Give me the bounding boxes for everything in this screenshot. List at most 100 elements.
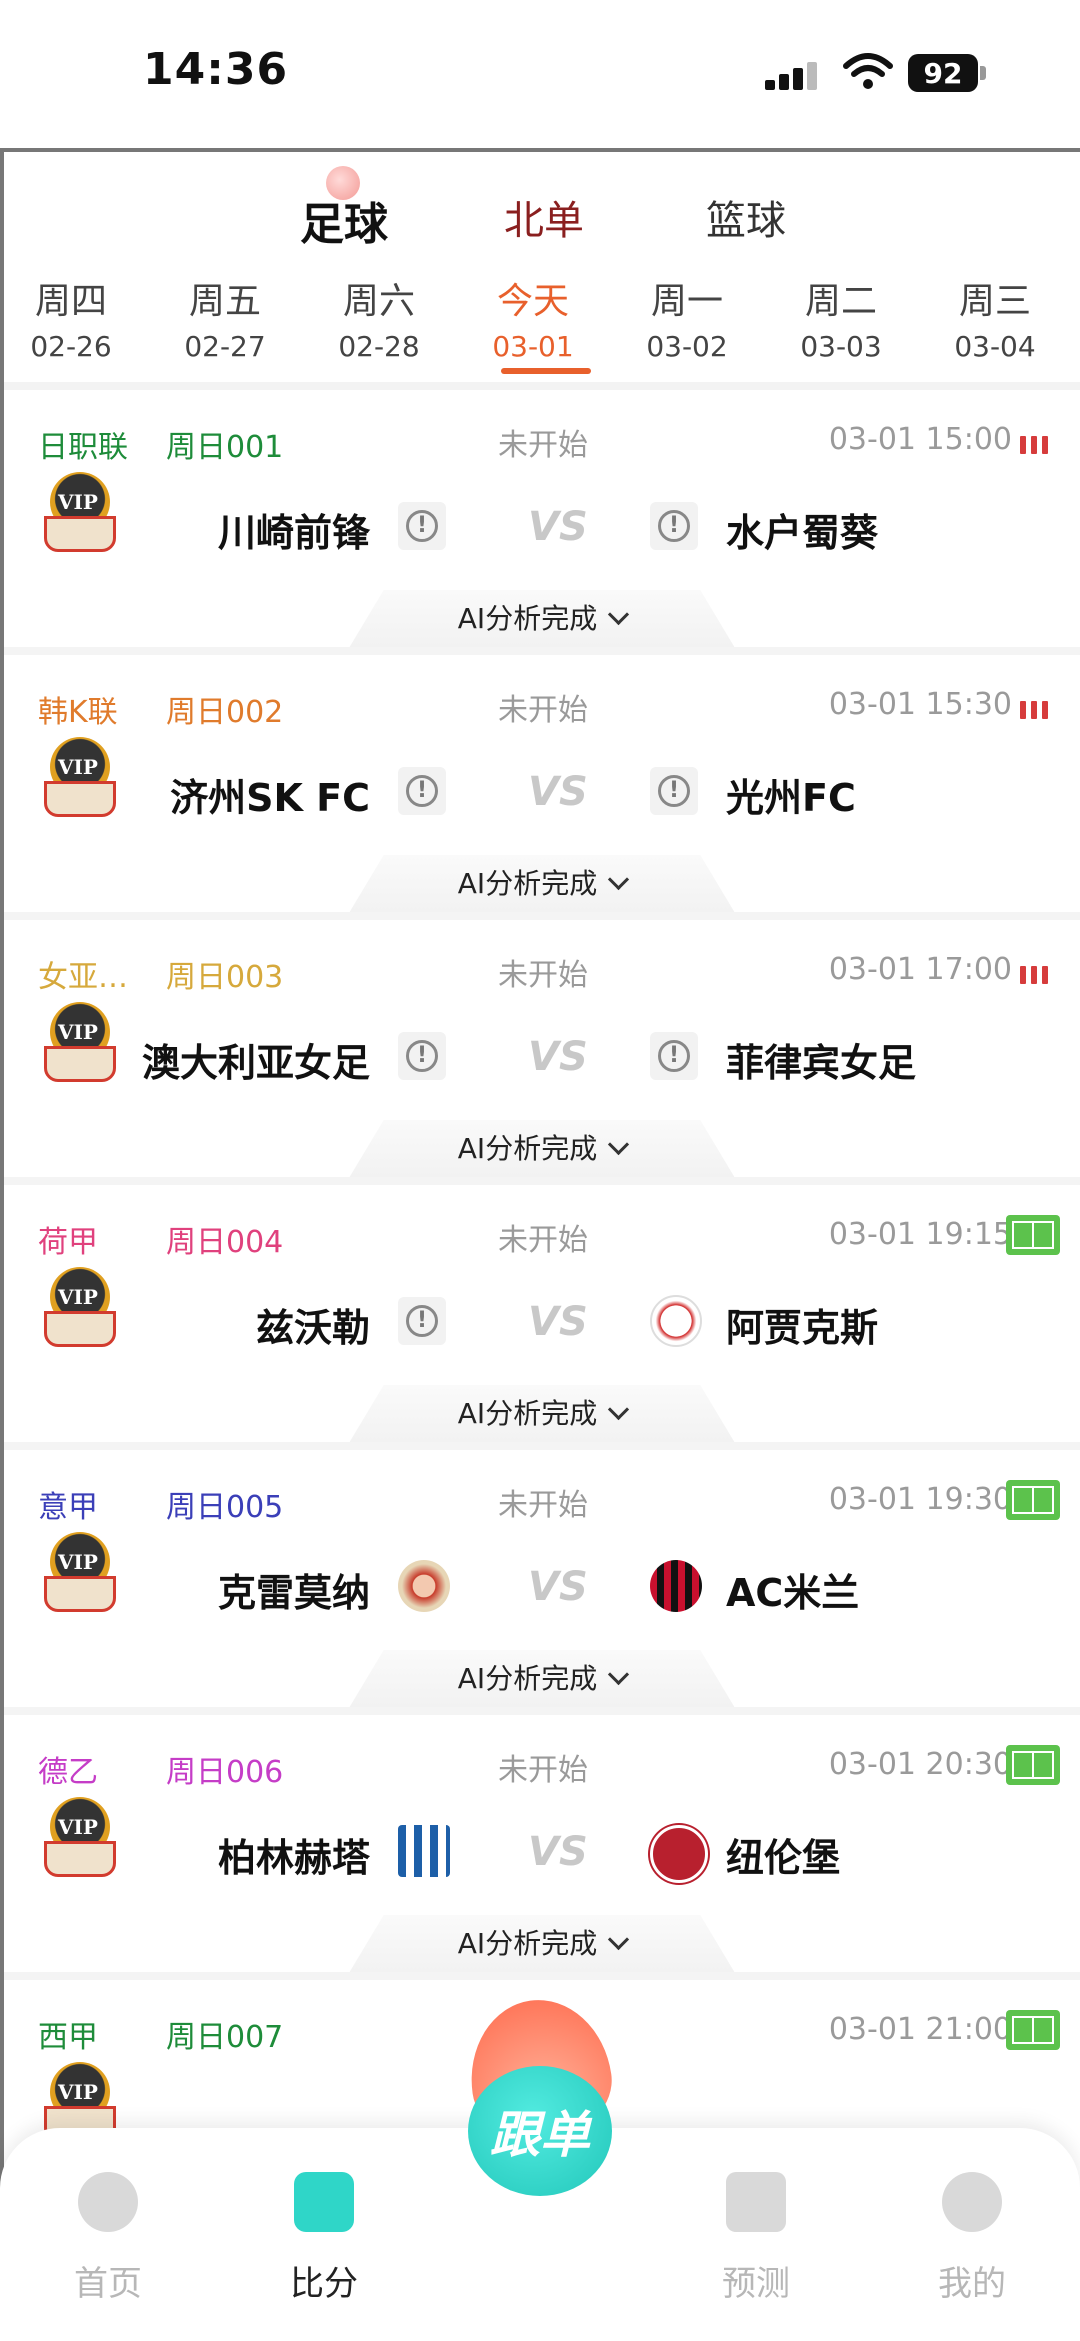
- nav-me-label: 我的: [938, 2264, 1006, 2304]
- vs-label: VS: [528, 504, 588, 550]
- day-tab-4[interactable]: 周一 03-02: [632, 272, 742, 363]
- follow-button[interactable]: 跟单: [460, 1990, 620, 2200]
- match-status: 未开始: [498, 1753, 588, 1788]
- match-card[interactable]: 韩K联 周日002 未开始 03-01 15:30 VIP 济州SK FC 光州FC VS!!…: [4, 655, 1080, 920]
- profile-icon: [942, 2172, 1002, 2232]
- stats-bars-icon[interactable]: [1020, 701, 1050, 719]
- day-weekday: 周一: [650, 281, 723, 322]
- battery-tip: [980, 66, 986, 80]
- away-team: 纽伦堡: [726, 1836, 841, 1880]
- vip-badge-icon[interactable]: VIP: [44, 1002, 116, 1086]
- match-status: 未开始: [498, 958, 588, 993]
- day-date: 03-01: [492, 330, 574, 363]
- ac-milan-logo-icon: [650, 1560, 702, 1612]
- vip-text: VIP: [58, 1815, 98, 1839]
- vip-text: VIP: [58, 2080, 98, 2104]
- away-team: 阿贾克斯: [726, 1306, 879, 1350]
- day-tab-0[interactable]: 周四 02-26: [16, 272, 126, 363]
- ai-analysis-toggle[interactable]: AI分析完成: [349, 855, 735, 913]
- active-day-underline: [501, 368, 591, 374]
- ai-analysis-toggle[interactable]: AI分析完成: [349, 1120, 735, 1178]
- day-weekday: 周六: [342, 281, 415, 322]
- nav-home-label: 首页: [74, 2264, 142, 2304]
- match-card[interactable]: 意甲 周日005 未开始 03-01 19:30 VIP 克雷莫纳 AC米兰 VS AI分析完成: [4, 1450, 1080, 1715]
- ai-analysis-toggle[interactable]: AI分析完成: [349, 1385, 735, 1443]
- day-weekday: 周五: [188, 281, 261, 322]
- hertha-logo-icon: [398, 1825, 450, 1877]
- ai-analysis-toggle[interactable]: AI分析完成: [349, 590, 735, 648]
- ai-analysis-toggle[interactable]: AI分析完成: [349, 1650, 735, 1708]
- vip-badge-icon[interactable]: VIP: [44, 737, 116, 821]
- match-code: 周日001: [166, 430, 284, 465]
- vip-badge-icon[interactable]: VIP: [44, 472, 116, 556]
- league-name: 德乙: [38, 1755, 98, 1790]
- vip-badge-icon[interactable]: VIP: [44, 1797, 116, 1881]
- home-team: 克雷莫纳: [217, 1571, 370, 1615]
- nav-me[interactable]: 我的: [912, 2172, 1032, 2305]
- match-status: 未开始: [498, 428, 588, 463]
- vip-text: VIP: [58, 1550, 98, 1574]
- day-tab-2[interactable]: 周六 02-28: [324, 272, 434, 363]
- day-weekday: 周四: [34, 281, 107, 322]
- day-weekday: 今天: [496, 281, 569, 322]
- cellular-signal-icon: [765, 58, 829, 90]
- tab-beidan[interactable]: 北单: [504, 188, 584, 246]
- ai-analysis-toggle[interactable]: AI分析完成: [349, 1915, 735, 1973]
- follow-button-label: 跟单: [468, 2066, 612, 2196]
- day-weekday: 周二: [804, 281, 877, 322]
- live-pitch-icon[interactable]: [1006, 1745, 1060, 1785]
- tab-football[interactable]: 足球: [300, 188, 388, 252]
- ai-chat-icon: [726, 2172, 786, 2232]
- match-card[interactable]: 日职联 周日001 未开始 03-01 15:00 VIP 川崎前锋 水户蜀葵 VS!! AI分…: [4, 390, 1080, 655]
- day-tab-5[interactable]: 周二 03-03: [786, 272, 896, 363]
- away-team: AC米兰: [726, 1571, 860, 1615]
- vip-text: VIP: [58, 1285, 98, 1309]
- day-date: 03-02: [646, 330, 728, 363]
- nav-score[interactable]: 比分: [264, 2172, 384, 2305]
- vip-badge-icon[interactable]: VIP: [44, 1532, 116, 1616]
- unknown-team-icon: !: [650, 767, 698, 815]
- unknown-team-icon: !: [650, 502, 698, 550]
- day-date: 02-27: [184, 330, 266, 363]
- home-team: 川崎前锋: [217, 511, 370, 555]
- ajax-logo-icon: [650, 1295, 702, 1347]
- match-card[interactable]: 德乙 周日006 未开始 03-01 20:30 VIP 柏林赫塔 纽伦堡 VS AI分析完成: [4, 1715, 1080, 1980]
- match-card[interactable]: 荷甲 周日004 未开始 03-01 19:15 VIP 兹沃勒 阿贾克斯 VS! AI分析完成: [4, 1185, 1080, 1450]
- vip-text: VIP: [58, 1020, 98, 1044]
- day-tab-3[interactable]: 今天 03-01: [478, 272, 588, 363]
- nav-score-label: 比分: [290, 2264, 358, 2304]
- away-team: 菲律宾女足: [726, 1041, 917, 1085]
- day-tab-6[interactable]: 周三 03-04: [940, 272, 1050, 363]
- league-name: 韩K联: [38, 695, 118, 730]
- vs-label: VS: [528, 1034, 588, 1080]
- ai-analysis-label: AI分析完成: [457, 1132, 598, 1165]
- live-pitch-icon[interactable]: [1006, 2010, 1060, 2050]
- match-code: 周日004: [166, 1225, 284, 1260]
- vs-label: VS: [528, 1829, 588, 1875]
- unknown-team-icon: !: [398, 767, 446, 815]
- match-status: 未开始: [498, 1488, 588, 1523]
- ai-analysis-label: AI分析完成: [457, 602, 598, 635]
- match-time: 03-01 17:00: [828, 952, 1012, 987]
- away-team: 光州FC: [726, 776, 856, 820]
- status-bar: 14:36 92: [0, 0, 1080, 148]
- match-code: 周日005: [166, 1490, 284, 1525]
- tab-basketball[interactable]: 篮球: [706, 188, 786, 246]
- match-time: 03-01 20:30: [828, 1747, 1012, 1782]
- match-code: 周日006: [166, 1755, 284, 1790]
- ai-analysis-label: AI分析完成: [457, 1662, 598, 1695]
- match-time: 03-01 15:30: [828, 687, 1012, 722]
- live-pitch-icon[interactable]: [1006, 1480, 1060, 1520]
- wifi-icon: [843, 53, 893, 89]
- vs-label: VS: [528, 1299, 588, 1345]
- match-card[interactable]: 女亚… 周日003 未开始 03-01 17:00 VIP 澳大利亚女足 菲律宾女足 VS!!…: [4, 920, 1080, 1185]
- stats-bars-icon[interactable]: [1020, 436, 1050, 454]
- nav-predict[interactable]: 预测: [696, 2172, 816, 2305]
- nav-home[interactable]: 首页: [48, 2172, 168, 2305]
- vip-badge-icon[interactable]: VIP: [44, 1267, 116, 1351]
- stats-bars-icon[interactable]: [1020, 966, 1050, 984]
- day-tab-1[interactable]: 周五 02-27: [170, 272, 280, 363]
- away-team: 水户蜀葵: [726, 511, 879, 555]
- live-pitch-icon[interactable]: [1006, 1215, 1060, 1255]
- unknown-team-icon: !: [398, 502, 446, 550]
